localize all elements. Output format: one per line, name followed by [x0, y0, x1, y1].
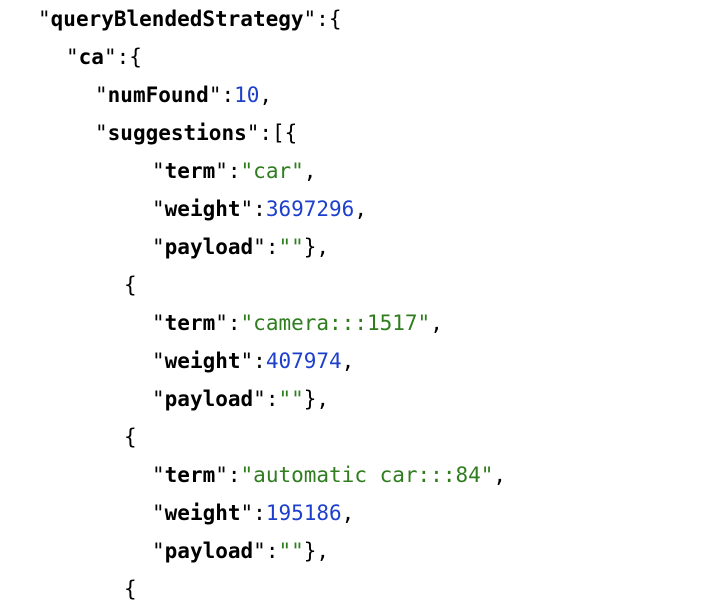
weight-value: 3697296 [265, 197, 355, 221]
numfound-value: 10 [234, 83, 260, 107]
json-line-suggestions: "suggestions":[{ [95, 121, 298, 145]
json-line-object-open: { [124, 273, 137, 297]
payload-key: payload [164, 387, 254, 411]
term-key: term [164, 159, 216, 183]
json-line-payload: "payload":""}, [152, 235, 330, 259]
json-line-payload: "payload":""}, [152, 387, 330, 411]
json-viewer: "queryBlendedStrategy":{ "ca":{ "numFoun… [0, 0, 724, 610]
payload-value: "" [278, 387, 304, 411]
numfound-key: numFound [107, 83, 209, 107]
json-line-object-open: { [124, 425, 137, 449]
term-key: term [164, 311, 216, 335]
payload-key: payload [164, 539, 254, 563]
json-line-group: "ca":{ [66, 45, 142, 69]
payload-key: payload [164, 235, 254, 259]
weight-key: weight [164, 349, 241, 373]
json-line-term: "term":"automatic car:::84", [152, 463, 507, 487]
json-line-weight: "weight":3697296, [152, 197, 367, 221]
weight-value: 407974 [265, 349, 342, 373]
root-key: queryBlendedStrategy [50, 7, 304, 31]
weight-key: weight [164, 501, 241, 525]
term-value: "car" [240, 159, 304, 183]
json-line-term: "term":"camera:::1517", [152, 311, 443, 335]
term-value: "automatic car:::84" [240, 463, 494, 487]
json-line-object-open: { [124, 577, 137, 601]
suggestions-key: suggestions [107, 121, 247, 145]
term-value: "camera:::1517" [240, 311, 431, 335]
json-line-weight: "weight":195186, [152, 501, 355, 525]
json-line-weight: "weight":407974, [152, 349, 355, 373]
payload-value: "" [278, 235, 304, 259]
payload-value: "" [278, 539, 304, 563]
group-key: ca [78, 45, 104, 69]
weight-value: 195186 [265, 501, 342, 525]
json-line-payload: "payload":""}, [152, 539, 330, 563]
json-line-numfound: "numFound":10, [95, 83, 273, 107]
json-line-term: "term":"car", [152, 159, 317, 183]
weight-key: weight [164, 197, 241, 221]
term-key: term [164, 463, 216, 487]
json-line-root: "queryBlendedStrategy":{ [38, 7, 342, 31]
